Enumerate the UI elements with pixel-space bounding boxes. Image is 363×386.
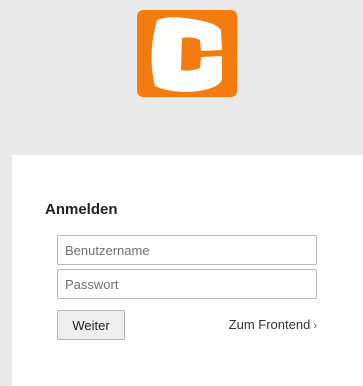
logo: [137, 10, 237, 97]
username-input[interactable]: [57, 235, 317, 265]
password-input[interactable]: [57, 269, 317, 299]
submit-button[interactable]: Weiter: [57, 310, 125, 340]
frontend-link-label: Zum Frontend: [228, 317, 311, 332]
chevron-right-icon: ›: [313, 320, 317, 332]
page-title: Anmelden: [45, 201, 118, 218]
concrete-logo-icon: [137, 10, 237, 97]
frontend-link[interactable]: Zum Frontend ›: [229, 316, 317, 335]
